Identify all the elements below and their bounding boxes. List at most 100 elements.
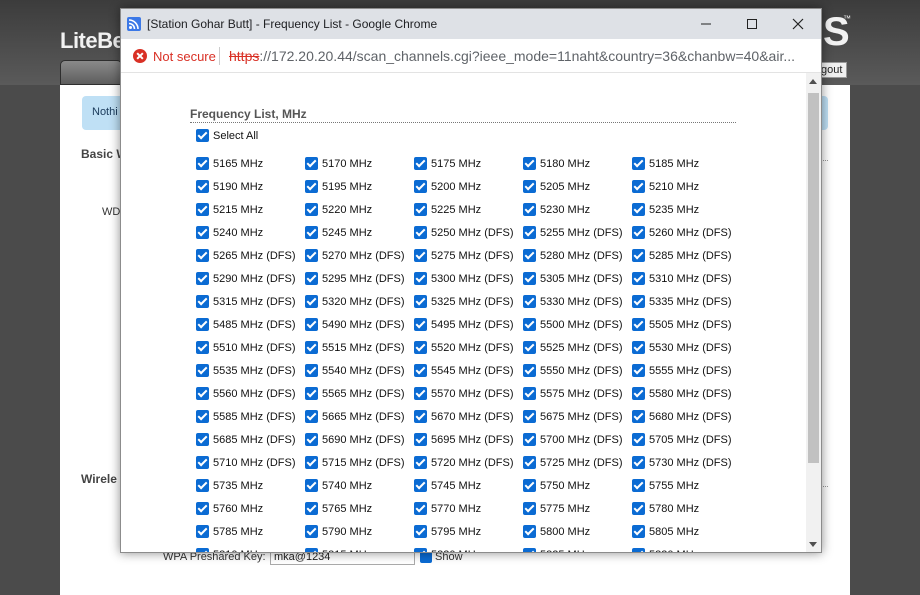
frequency-checkbox[interactable]: 5780 MHz	[632, 497, 741, 520]
frequency-checkbox[interactable]: 5485 MHz (DFS)	[196, 313, 305, 336]
scrollbar-thumb[interactable]	[808, 93, 819, 463]
frequency-checkbox[interactable]: 5700 MHz (DFS)	[523, 428, 632, 451]
maximize-button[interactable]	[729, 9, 775, 39]
frequency-checkbox[interactable]: 5795 MHz	[414, 520, 523, 543]
checkbox-checked-icon[interactable]	[414, 525, 427, 538]
checkbox-checked-icon[interactable]	[305, 525, 318, 538]
frequency-checkbox[interactable]: 5220 MHz	[305, 198, 414, 221]
checkbox-checked-icon[interactable]	[414, 295, 427, 308]
frequency-checkbox[interactable]: 5810 MHz	[196, 543, 305, 552]
checkbox-checked-icon[interactable]	[305, 387, 318, 400]
checkbox-checked-icon[interactable]	[196, 479, 209, 492]
frequency-checkbox[interactable]: 5225 MHz	[414, 198, 523, 221]
checkbox-checked-icon[interactable]	[305, 318, 318, 331]
checkbox-checked-icon[interactable]	[632, 249, 645, 262]
checkbox-checked-icon[interactable]	[523, 433, 536, 446]
frequency-checkbox[interactable]: 5190 MHz	[196, 175, 305, 198]
checkbox-checked-icon[interactable]	[305, 272, 318, 285]
checkbox-checked-icon[interactable]	[414, 226, 427, 239]
checkbox-checked-icon[interactable]	[523, 410, 536, 423]
checkbox-checked-icon[interactable]	[196, 433, 209, 446]
frequency-checkbox[interactable]: 5230 MHz	[523, 198, 632, 221]
frequency-checkbox[interactable]: 5815 MHz	[305, 543, 414, 552]
select-all-checkbox[interactable]: Select All	[196, 129, 258, 142]
frequency-checkbox[interactable]: 5490 MHz (DFS)	[305, 313, 414, 336]
checkbox-checked-icon[interactable]	[196, 180, 209, 193]
checkbox-checked-icon[interactable]	[414, 364, 427, 377]
checkbox-checked-icon[interactable]	[305, 341, 318, 354]
frequency-checkbox[interactable]: 5745 MHz	[414, 474, 523, 497]
window-titlebar[interactable]: [Station Gohar Butt] - Frequency List - …	[121, 9, 821, 39]
checkbox-checked-icon[interactable]	[196, 525, 209, 538]
frequency-checkbox[interactable]: 5330 MHz (DFS)	[523, 290, 632, 313]
frequency-checkbox[interactable]: 5320 MHz (DFS)	[305, 290, 414, 313]
scroll-up-arrow-icon[interactable]	[809, 79, 817, 84]
checkbox-checked-icon[interactable]	[632, 295, 645, 308]
frequency-checkbox[interactable]: 5820 MHz	[414, 543, 523, 552]
checkbox-checked-icon[interactable]	[196, 129, 209, 142]
checkbox-checked-icon[interactable]	[196, 226, 209, 239]
frequency-checkbox[interactable]: 5755 MHz	[632, 474, 741, 497]
checkbox-checked-icon[interactable]	[414, 203, 427, 216]
checkbox-checked-icon[interactable]	[305, 502, 318, 515]
frequency-checkbox[interactable]: 5185 MHz	[632, 152, 741, 175]
checkbox-checked-icon[interactable]	[305, 410, 318, 423]
frequency-checkbox[interactable]: 5500 MHz (DFS)	[523, 313, 632, 336]
checkbox-checked-icon[interactable]	[305, 157, 318, 170]
frequency-checkbox[interactable]: 5830 MHz	[632, 543, 741, 552]
checkbox-checked-icon[interactable]	[632, 525, 645, 538]
not-secure-icon[interactable]	[133, 49, 147, 63]
frequency-checkbox[interactable]: 5180 MHz	[523, 152, 632, 175]
scroll-down-arrow-icon[interactable]	[809, 542, 817, 547]
frequency-checkbox[interactable]: 5740 MHz	[305, 474, 414, 497]
checkbox-checked-icon[interactable]	[632, 456, 645, 469]
frequency-checkbox[interactable]: 5530 MHz (DFS)	[632, 336, 741, 359]
frequency-checkbox[interactable]: 5675 MHz (DFS)	[523, 405, 632, 428]
checkbox-checked-icon[interactable]	[196, 272, 209, 285]
checkbox-checked-icon[interactable]	[196, 157, 209, 170]
frequency-checkbox[interactable]: 5175 MHz	[414, 152, 523, 175]
checkbox-checked-icon[interactable]	[305, 203, 318, 216]
security-status[interactable]: Not secure	[153, 49, 216, 64]
frequency-checkbox[interactable]: 5325 MHz (DFS)	[414, 290, 523, 313]
frequency-checkbox[interactable]: 5535 MHz (DFS)	[196, 359, 305, 382]
checkbox-checked-icon[interactable]	[523, 502, 536, 515]
checkbox-checked-icon[interactable]	[196, 295, 209, 308]
frequency-checkbox[interactable]: 5800 MHz	[523, 520, 632, 543]
frequency-checkbox[interactable]: 5585 MHz (DFS)	[196, 405, 305, 428]
checkbox-checked-icon[interactable]	[196, 548, 209, 552]
checkbox-checked-icon[interactable]	[414, 157, 427, 170]
frequency-checkbox[interactable]: 5255 MHz (DFS)	[523, 221, 632, 244]
frequency-checkbox[interactable]: 5505 MHz (DFS)	[632, 313, 741, 336]
checkbox-checked-icon[interactable]	[632, 226, 645, 239]
checkbox-checked-icon[interactable]	[305, 180, 318, 193]
checkbox-checked-icon[interactable]	[414, 548, 427, 552]
checkbox-checked-icon[interactable]	[632, 410, 645, 423]
checkbox-checked-icon[interactable]	[414, 180, 427, 193]
checkbox-checked-icon[interactable]	[523, 180, 536, 193]
frequency-checkbox[interactable]: 5250 MHz (DFS)	[414, 221, 523, 244]
frequency-checkbox[interactable]: 5580 MHz (DFS)	[632, 382, 741, 405]
frequency-checkbox[interactable]: 5730 MHz (DFS)	[632, 451, 741, 474]
minimize-button[interactable]	[683, 9, 729, 39]
checkbox-checked-icon[interactable]	[196, 410, 209, 423]
frequency-checkbox[interactable]: 5510 MHz (DFS)	[196, 336, 305, 359]
checkbox-checked-icon[interactable]	[523, 341, 536, 354]
frequency-checkbox[interactable]: 5805 MHz	[632, 520, 741, 543]
background-main-tab[interactable]	[60, 60, 122, 85]
checkbox-checked-icon[interactable]	[305, 433, 318, 446]
checkbox-checked-icon[interactable]	[523, 157, 536, 170]
frequency-checkbox[interactable]: 5275 MHz (DFS)	[414, 244, 523, 267]
frequency-checkbox[interactable]: 5550 MHz (DFS)	[523, 359, 632, 382]
checkbox-checked-icon[interactable]	[523, 272, 536, 285]
frequency-checkbox[interactable]: 5240 MHz	[196, 221, 305, 244]
frequency-checkbox[interactable]: 5790 MHz	[305, 520, 414, 543]
checkbox-checked-icon[interactable]	[523, 456, 536, 469]
frequency-checkbox[interactable]: 5200 MHz	[414, 175, 523, 198]
checkbox-checked-icon[interactable]	[196, 502, 209, 515]
close-button[interactable]	[775, 9, 821, 39]
frequency-checkbox[interactable]: 5290 MHz (DFS)	[196, 267, 305, 290]
vertical-scrollbar[interactable]	[806, 73, 821, 552]
frequency-checkbox[interactable]: 5735 MHz	[196, 474, 305, 497]
frequency-checkbox[interactable]: 5770 MHz	[414, 497, 523, 520]
